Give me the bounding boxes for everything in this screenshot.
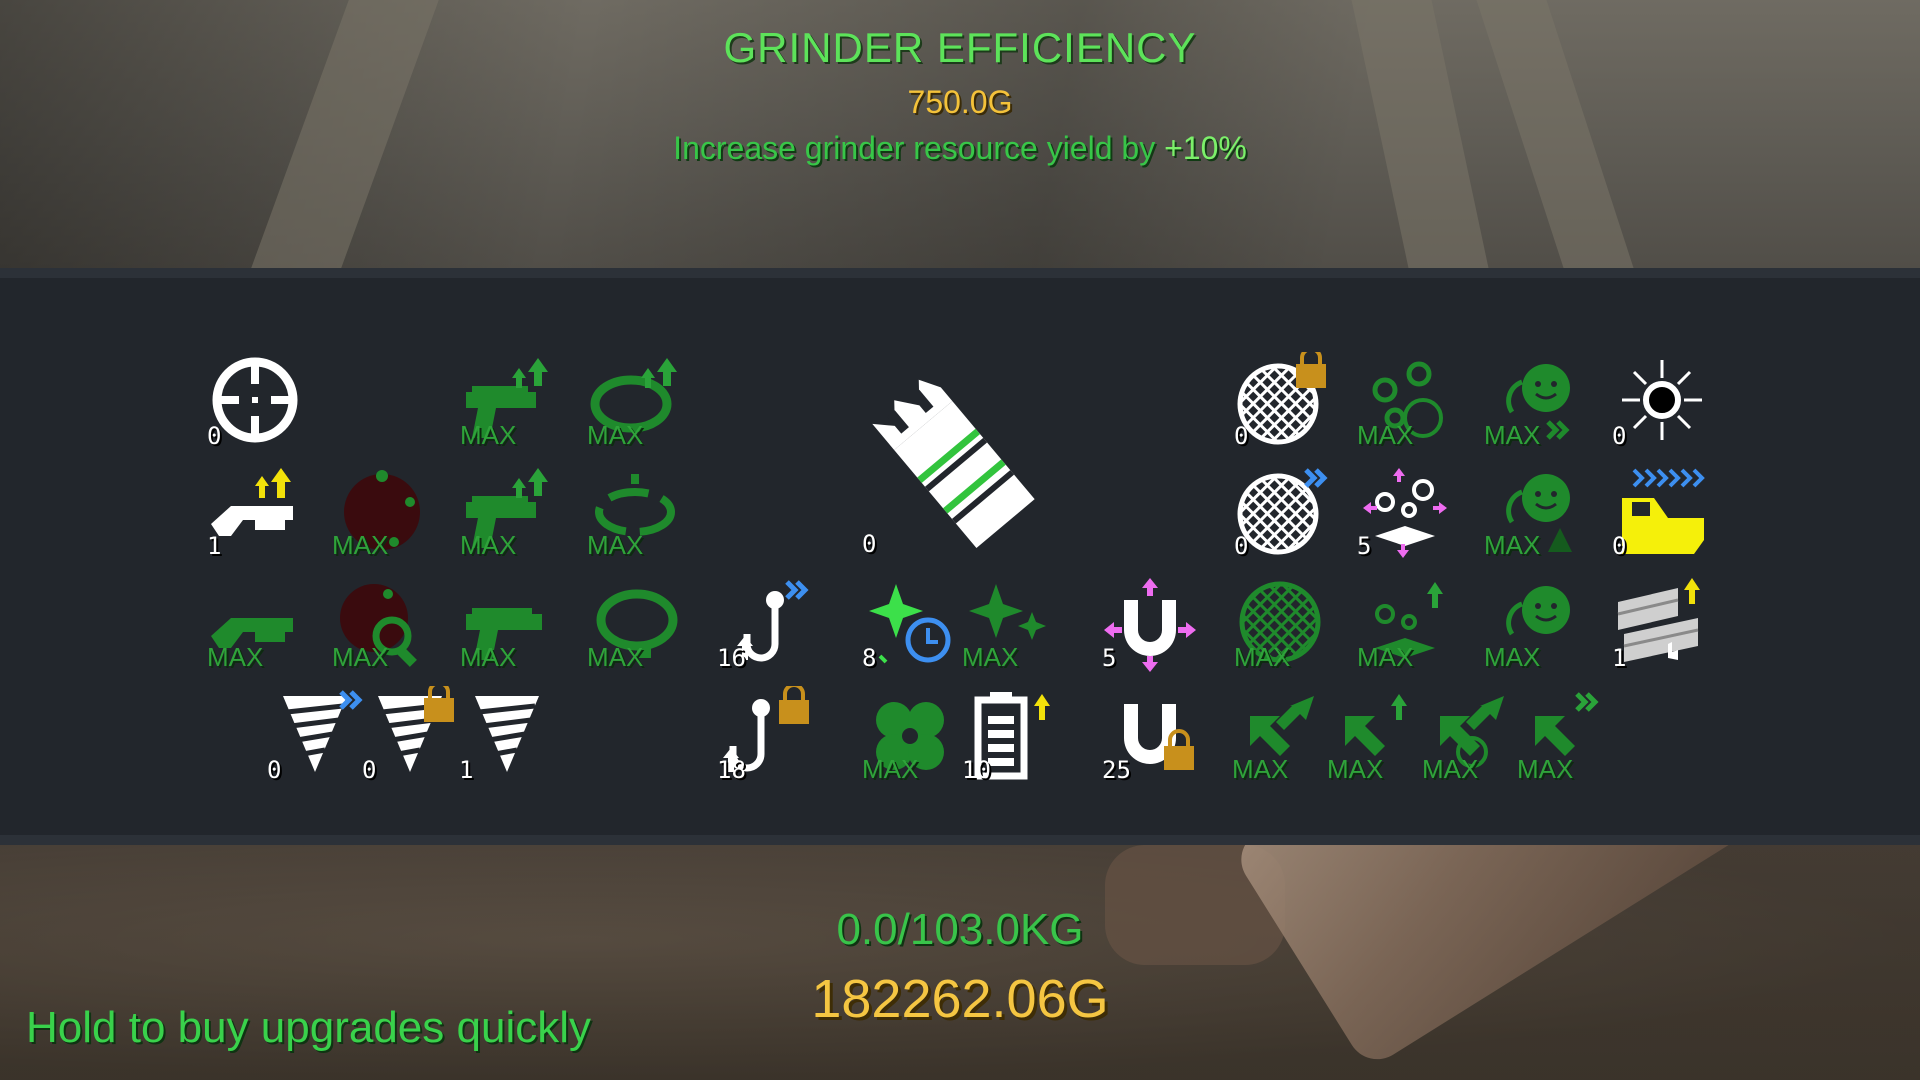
upgrade-level: 25	[1102, 756, 1131, 784]
upgrade-cart[interactable]: 0	[1610, 462, 1710, 562]
upgrade-sunburst[interactable]: 0	[1610, 352, 1710, 452]
upgrade-recycle-3[interactable]: MAX	[1420, 686, 1520, 786]
description-text: Increase grinder resource yield by	[673, 130, 1165, 166]
upgrade-bubbles-up[interactable]: MAX	[1355, 574, 1455, 674]
upgrade-magnet-locked[interactable]: 25	[1100, 686, 1200, 786]
upgrade-hook-locked[interactable]: 18	[715, 686, 815, 786]
upgrade-sparkle[interactable]: MAX	[960, 574, 1060, 674]
upgrade-bomb-scan[interactable]: MAX	[330, 574, 430, 674]
upgrade-whip-basic[interactable]: MAX	[585, 574, 685, 674]
upgrade-level: 0	[1234, 422, 1249, 450]
upgrade-sun-gear-plant[interactable]: MAX	[1482, 462, 1582, 562]
upgrade-battery[interactable]: 10	[960, 686, 1060, 786]
upgrade-level: 5	[1357, 532, 1372, 560]
upgrade-level: 16	[717, 644, 746, 672]
upgrade-level: MAX	[1232, 754, 1289, 784]
upgrade-recycle-2[interactable]: MAX	[1325, 686, 1425, 786]
upgrade-level: MAX	[1422, 754, 1479, 784]
upgrade-level: MAX	[332, 530, 389, 560]
upgrade-sun-gear[interactable]: MAX	[1482, 352, 1582, 452]
upgrade-level: 5	[1102, 644, 1117, 672]
upgrade-level: 0	[267, 756, 282, 784]
upgrade-level: MAX	[1484, 530, 1541, 560]
upgrade-recycle-1[interactable]: MAX	[1230, 686, 1330, 786]
upgrade-level: MAX	[587, 642, 644, 672]
upgrade-description: Increase grinder resource yield by +10%	[0, 130, 1920, 167]
grinder-icon	[872, 379, 1035, 549]
upgrade-drill-speed[interactable]: 0	[265, 686, 365, 786]
upgrade-pistol-rate[interactable]: MAX	[458, 462, 558, 562]
upgrade-level: 8	[862, 644, 877, 672]
upgrade-level: MAX	[587, 420, 644, 450]
upgrade-level: MAX	[1357, 420, 1414, 450]
upgrade-title: GRINDER EFFICIENCY	[723, 24, 1197, 71]
upgrade-level: MAX	[207, 642, 264, 672]
upgrade-bubbles-spread[interactable]: 5	[1355, 462, 1455, 562]
upgrade-level: MAX	[587, 530, 644, 560]
upgrade-level: MAX	[1484, 642, 1541, 672]
upgrade-level: MAX	[460, 530, 517, 560]
upgrade-crosshair[interactable]: 0	[205, 352, 305, 452]
upgrade-level: MAX	[862, 754, 919, 784]
upgrade-level: 0	[862, 530, 877, 558]
upgrade-cost: 750.0G	[907, 84, 1013, 120]
upgrade-level: MAX	[1234, 642, 1291, 672]
upgrade-bomb[interactable]: MAX	[330, 462, 430, 562]
upgrade-level: MAX	[1357, 642, 1414, 672]
upgrade-level: 0	[207, 422, 222, 450]
upgrade-level: MAX	[1327, 754, 1384, 784]
upgrade-level: MAX	[460, 420, 517, 450]
upgrade-bubbles-timer[interactable]: MAX	[1355, 352, 1455, 452]
description-value: +10%	[1164, 130, 1247, 166]
upgrade-level: 10	[962, 756, 991, 784]
upgrade-pistol-damage[interactable]: MAX	[458, 352, 558, 452]
upgrade-shotgun[interactable]: 1	[205, 462, 305, 562]
upgrade-level: 1	[207, 532, 222, 560]
upgrade-level: 1	[1612, 644, 1627, 672]
buy-hint: Hold to buy upgrades quickly	[26, 1003, 591, 1052]
upgrade-level: MAX	[332, 642, 389, 672]
upgrade-level: 1	[459, 756, 474, 784]
upgrade-grinder-efficiency[interactable]: 0	[860, 360, 1060, 560]
upgrade-level: 0	[1612, 422, 1627, 450]
upgrade-net-speed[interactable]: 0	[1232, 462, 1332, 562]
upgrade-level: MAX	[962, 642, 1019, 672]
upgrade-drill[interactable]: 1	[457, 686, 557, 786]
upgrade-level: 0	[1612, 532, 1627, 560]
upgrade-bricks[interactable]: 1	[1610, 574, 1710, 674]
upgrade-whip[interactable]: MAX	[585, 352, 685, 452]
inventory-capacity: 0.0/103.0KG	[836, 905, 1084, 954]
upgrade-net-locked[interactable]: 0	[1232, 352, 1332, 452]
upgrade-net[interactable]: MAX	[1232, 574, 1332, 674]
upgrade-sparkle-timer[interactable]: 8	[860, 574, 960, 674]
upgrade-level: 0	[1234, 532, 1249, 560]
upgrade-clover[interactable]: MAX	[860, 686, 960, 786]
upgrade-level: 18	[717, 756, 746, 784]
upgrade-pistol[interactable]: MAX	[458, 574, 558, 674]
upgrade-whip-range[interactable]: MAX	[585, 462, 685, 562]
upgrade-magnet-spread[interactable]: 5	[1100, 574, 1200, 674]
upgrade-level: MAX	[460, 642, 517, 672]
upgrade-drill-locked[interactable]: 0	[360, 686, 460, 786]
upgrade-sun-gear-basic[interactable]: MAX	[1482, 574, 1582, 674]
upgrade-level: 0	[362, 756, 377, 784]
upgrade-recycle-4[interactable]: MAX	[1515, 686, 1615, 786]
upgrade-level: MAX	[1484, 420, 1541, 450]
upgrade-shotgun-basic[interactable]: MAX	[205, 574, 305, 674]
upgrade-hook-speed[interactable]: 16	[715, 574, 815, 674]
upgrade-level: MAX	[1517, 754, 1574, 784]
